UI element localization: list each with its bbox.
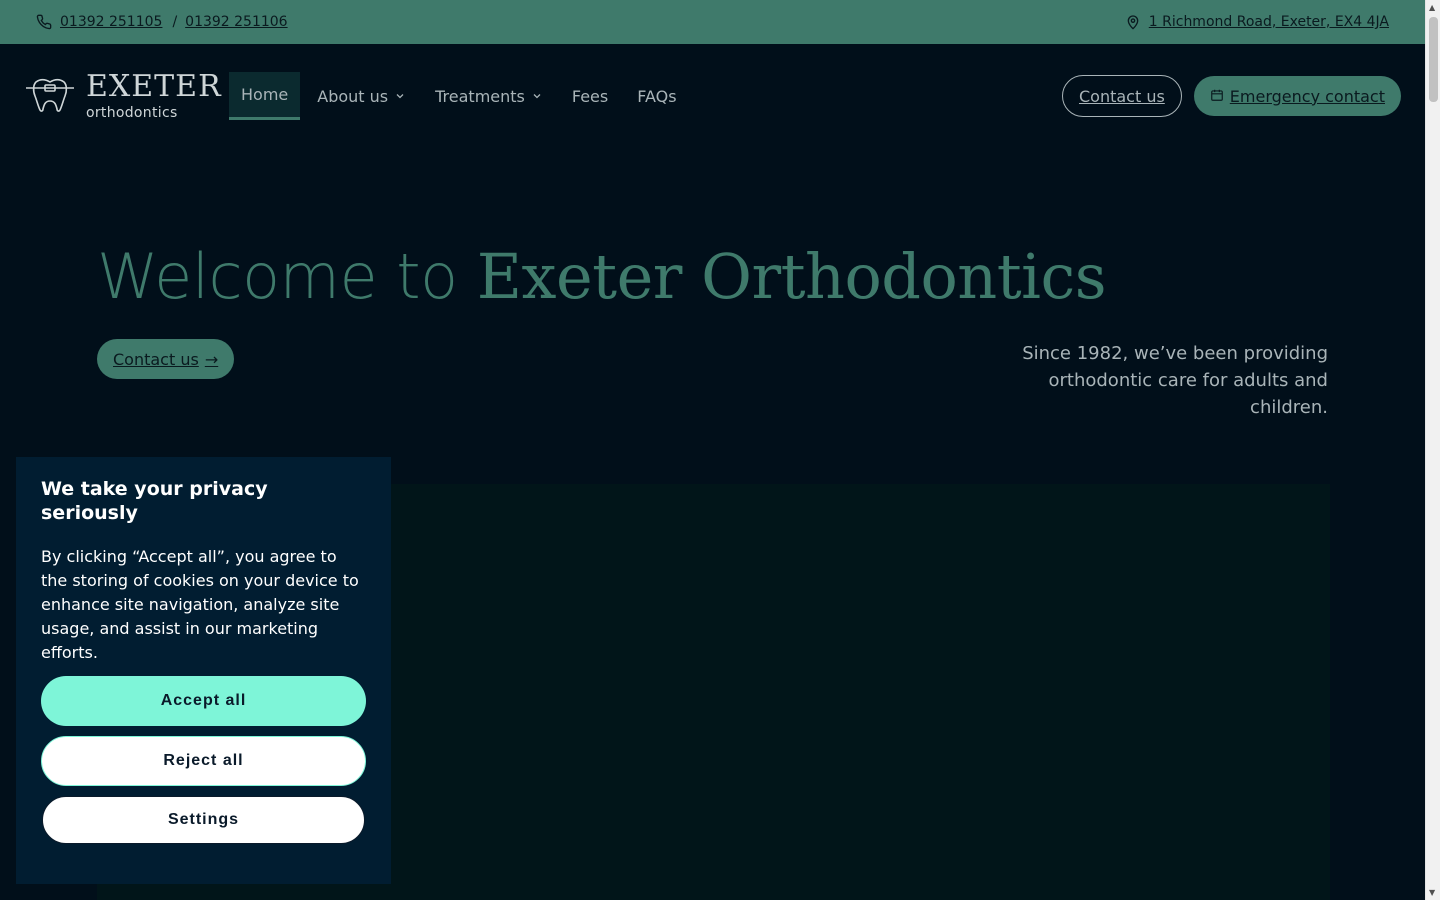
- scroll-down-arrow-icon[interactable]: ▼: [1429, 888, 1435, 897]
- site-header: EXETER orthodontics Home About us Treatm…: [0, 44, 1425, 148]
- hero-title-prefix: Welcome to: [97, 240, 477, 313]
- header-actions: Contact us Emergency contact: [1061, 75, 1401, 117]
- nav-item-home[interactable]: Home: [229, 72, 301, 120]
- address-group: 1 Richmond Road, Exeter, EX4 4JA: [1125, 14, 1389, 30]
- nav-item-label: Treatments: [435, 86, 525, 106]
- logo-wordmark: EXETER orthodontics: [86, 69, 222, 121]
- nav-item-label: Home: [241, 85, 289, 104]
- phone-group: 01392 251105 / 01392 251106: [36, 14, 288, 30]
- cookie-title: We take your privacy seriously: [41, 478, 268, 524]
- scroll-up-arrow-icon[interactable]: ▲: [1429, 3, 1435, 12]
- cookie-body: By clicking “Accept all”, you agree to t…: [41, 547, 359, 662]
- chevron-down-icon: [394, 90, 406, 105]
- hero-contact-label: Contact us: [113, 349, 199, 369]
- reject-all-button[interactable]: Reject all: [41, 736, 366, 786]
- phone-link-2[interactable]: 01392 251106: [185, 14, 287, 30]
- emergency-contact-label: Emergency contact: [1229, 86, 1385, 106]
- nav-item-label: Fees: [571, 86, 609, 106]
- calendar-icon: [1210, 87, 1224, 106]
- hero-title: Welcome to Exeter Orthodontics: [97, 240, 1107, 313]
- phone-separator: /: [172, 14, 178, 30]
- map-pin-icon: [1125, 14, 1141, 30]
- top-info-bar: 01392 251105 / 01392 251106 1 Richmond R…: [0, 0, 1425, 44]
- logo-title: EXETER: [86, 69, 222, 104]
- logo-subtitle: orthodontics: [86, 105, 178, 121]
- site-logo[interactable]: EXETER orthodontics: [24, 72, 229, 120]
- nav-item-treatments[interactable]: Treatments: [423, 72, 555, 120]
- nav-item-label: About us: [317, 86, 389, 106]
- nav-item-faqs[interactable]: FAQs: [625, 72, 688, 120]
- phone-icon: [36, 14, 52, 30]
- nav-item-about-us[interactable]: About us: [305, 72, 418, 120]
- accept-all-button[interactable]: Accept all: [41, 676, 366, 726]
- tooth-logo-icon: [24, 74, 76, 118]
- main-nav: Home About us Treatments Fees FAQs: [229, 72, 694, 120]
- chevron-down-icon: [531, 90, 543, 105]
- arrow-right-icon: →: [204, 349, 219, 369]
- contact-us-button[interactable]: Contact us: [1061, 75, 1182, 117]
- hero-description: Since 1982, we’ve been providing orthodo…: [1022, 343, 1328, 418]
- hero-contact-button[interactable]: Contact us →: [97, 339, 235, 379]
- hero-title-brand: Exeter Orthodontics: [476, 240, 1107, 313]
- cookie-settings-button[interactable]: Settings: [42, 796, 365, 844]
- nav-item-label: FAQs: [637, 86, 677, 106]
- nav-item-fees[interactable]: Fees: [560, 72, 620, 120]
- phone-link-1[interactable]: 01392 251105: [60, 14, 162, 30]
- address-link[interactable]: 1 Richmond Road, Exeter, EX4 4JA: [1149, 14, 1389, 30]
- emergency-contact-button[interactable]: Emergency contact: [1193, 76, 1401, 116]
- page-scrollbar[interactable]: ▲ ▼: [1425, 0, 1440, 900]
- cookie-consent-dialog: We take your privacy seriously By clicki…: [16, 457, 391, 884]
- scrollbar-thumb[interactable]: [1429, 17, 1438, 102]
